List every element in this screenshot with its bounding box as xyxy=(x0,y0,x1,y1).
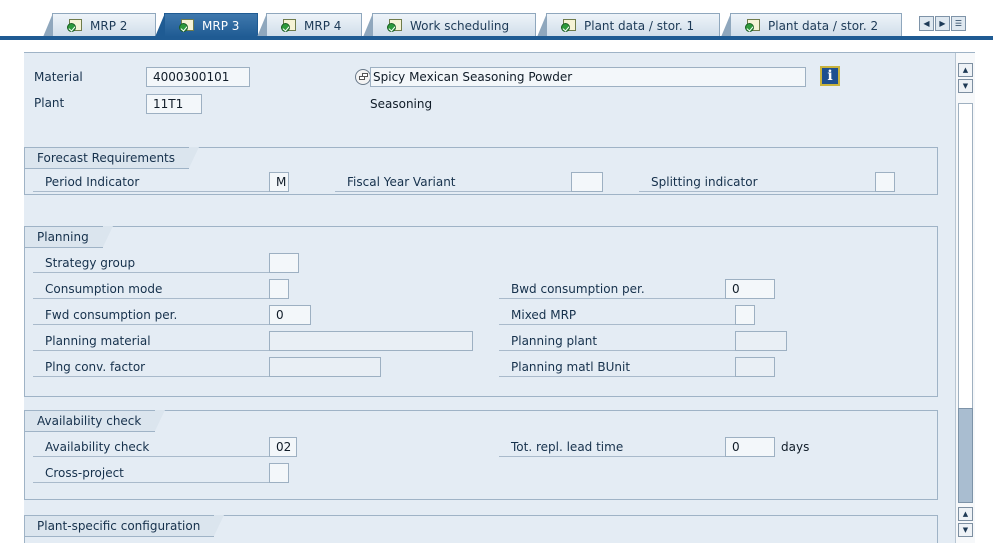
vertical-scrollbar[interactable]: ▲ ▼ ▲ ▼ xyxy=(955,53,975,543)
strategy-group-label: Strategy group xyxy=(33,253,269,273)
planning-material-label: Planning material xyxy=(33,331,269,351)
cross-project-field[interactable] xyxy=(269,463,289,483)
tab-label: MRP 2 xyxy=(90,18,128,33)
material-tab-icon xyxy=(745,18,762,33)
tab-label: Plant data / stor. 1 xyxy=(584,18,695,33)
material-tab-icon xyxy=(179,18,196,33)
tab-label: Work scheduling xyxy=(410,18,510,33)
material-description-field[interactable]: Spicy Mexican Seasoning Powder xyxy=(370,67,806,87)
tab-label: MRP 4 xyxy=(304,18,342,33)
planning-matl-bunit-field[interactable] xyxy=(735,357,775,377)
plant-description: Seasoning xyxy=(370,97,433,111)
tot-repl-lead-time-label: Tot. repl. lead time xyxy=(499,437,725,457)
planning-plant-label: Planning plant xyxy=(499,331,735,351)
fwd-consumption-field[interactable]: 0 xyxy=(269,305,311,325)
material-field[interactable]: 4000300101 xyxy=(146,67,250,87)
copy-text-icon[interactable] xyxy=(355,69,371,85)
cross-project-label: Cross-project xyxy=(33,463,269,483)
planning-plant-field[interactable] xyxy=(735,331,787,351)
availability-check-group: Availability check Availability check 02… xyxy=(24,410,938,500)
material-tab-icon xyxy=(387,18,404,33)
planning-matl-bunit-label: Planning matl BUnit xyxy=(499,357,735,377)
tab-label: Plant data / stor. 2 xyxy=(768,18,879,33)
fwd-consumption-label: Fwd consumption per. xyxy=(33,305,269,325)
lead-time-unit: days xyxy=(781,440,810,454)
panel-content: Material 4000300101 Spicy Mexican Season… xyxy=(24,53,955,543)
tab-label: MRP 3 xyxy=(202,18,240,33)
tot-repl-lead-time-field[interactable]: 0 xyxy=(725,437,775,457)
splitting-indicator-field[interactable] xyxy=(875,172,895,192)
forecast-requirements-title: Forecast Requirements xyxy=(25,147,200,169)
availability-check-field[interactable]: 02 xyxy=(269,437,297,457)
mrp3-panel: Material 4000300101 Spicy Mexican Season… xyxy=(24,52,975,543)
mixed-mrp-label: Mixed MRP xyxy=(499,305,735,325)
tab-list-icon[interactable]: ☰ xyxy=(951,16,966,31)
info-icon[interactable]: i xyxy=(820,66,840,86)
fiscal-year-variant-label: Fiscal Year Variant xyxy=(335,172,571,192)
tab-plant-data-stor-2[interactable]: Plant data / stor. 2 xyxy=(721,13,902,37)
period-indicator-label: Period Indicator xyxy=(33,172,269,192)
planning-group: Planning Strategy group Consumption mode… xyxy=(24,226,938,397)
material-tab-icon xyxy=(67,18,84,33)
material-tab-icon xyxy=(281,18,298,33)
bwd-consumption-label: Bwd consumption per. xyxy=(499,279,725,299)
availability-check-title: Availability check xyxy=(25,410,166,432)
bwd-consumption-field[interactable]: 0 xyxy=(725,279,775,299)
plant-field[interactable]: 11T1 xyxy=(146,94,202,114)
tab-navigation: ◀ ▶ ☰ xyxy=(919,16,966,31)
tab-mrp-4[interactable]: MRP 4 xyxy=(257,13,362,37)
plng-conv-factor-label: Plng conv. factor xyxy=(33,357,269,377)
plant-label: Plant xyxy=(34,96,65,110)
tab-mrp-2[interactable]: MRP 2 xyxy=(43,13,156,37)
scroll-left-icon[interactable]: ◀ xyxy=(919,16,934,31)
mixed-mrp-field[interactable] xyxy=(735,305,755,325)
tab-plant-data-stor-1[interactable]: Plant data / stor. 1 xyxy=(537,13,720,37)
planning-title: Planning xyxy=(25,226,113,248)
strategy-group-field[interactable] xyxy=(269,253,299,273)
material-label: Material xyxy=(34,70,83,84)
period-indicator-field[interactable]: M xyxy=(269,172,289,192)
consumption-mode-label: Consumption mode xyxy=(33,279,269,299)
material-tab-icon xyxy=(561,18,578,33)
scroll-up-icon[interactable]: ▲ xyxy=(958,507,973,521)
tab-work-scheduling[interactable]: Work scheduling xyxy=(363,13,536,37)
scroll-right-icon[interactable]: ▶ xyxy=(935,16,950,31)
splitting-indicator-label: Splitting indicator xyxy=(639,172,875,192)
plant-specific-configuration-group: Plant-specific configuration xyxy=(24,515,938,543)
fiscal-year-variant-field[interactable] xyxy=(571,172,603,192)
plng-conv-factor-field[interactable] xyxy=(269,357,381,377)
forecast-requirements-group: Forecast Requirements Period Indicator M… xyxy=(24,147,938,195)
consumption-mode-field[interactable] xyxy=(269,279,289,299)
tab-mrp-3[interactable]: MRP 3 xyxy=(155,13,258,37)
planning-material-field[interactable] xyxy=(269,331,473,351)
plant-specific-configuration-title: Plant-specific configuration xyxy=(25,515,225,537)
scroll-down-icon[interactable]: ▼ xyxy=(958,523,973,537)
scroll-up-icon[interactable]: ▲ xyxy=(958,63,973,77)
availability-check-label: Availability check xyxy=(33,437,269,457)
scroll-thumb[interactable] xyxy=(958,408,973,503)
scroll-down-icon[interactable]: ▼ xyxy=(958,79,973,93)
tab-strip: MRP 2 MRP 3 MRP 4 Work scheduling Plant … xyxy=(0,0,993,40)
tab-strip-underline xyxy=(0,36,993,40)
